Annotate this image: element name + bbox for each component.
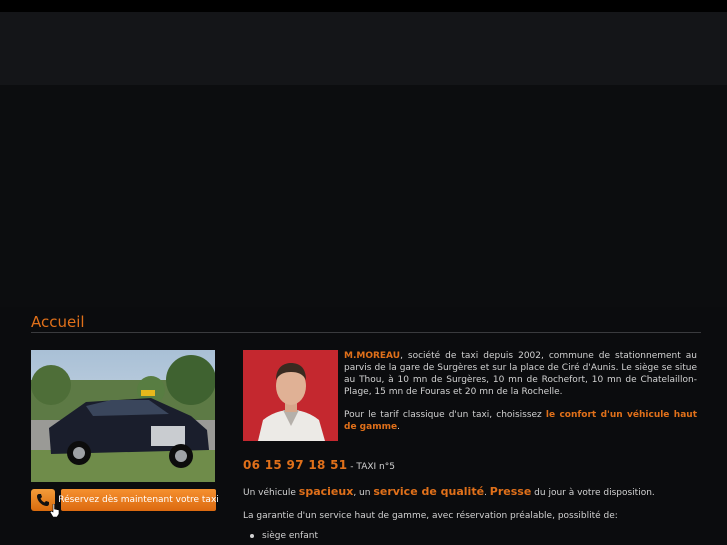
taxi-number-label: - TAXI n°5 xyxy=(347,462,395,472)
title-divider xyxy=(31,332,701,333)
book-taxi-button[interactable]: Réservez dès maintenant votre taxi xyxy=(58,489,219,511)
intro-paragraph-1: M.MOREAU, société de taxi depuis 2002, c… xyxy=(344,351,697,397)
service-text: La garantie d'un service haut de gamme, … xyxy=(243,511,618,521)
header-band xyxy=(0,12,727,85)
hero-banner xyxy=(0,85,727,307)
owner-portrait xyxy=(243,350,338,441)
list-item: siège enfant xyxy=(250,531,318,541)
phone-number[interactable]: 06 15 97 18 51 xyxy=(243,458,347,472)
options-list: siège enfant xyxy=(250,531,318,541)
top-bar xyxy=(0,0,727,12)
quality-highlight: service de qualité xyxy=(373,485,485,498)
intro-paragraph-2: Pour le tarif classique d'un taxi, chois… xyxy=(344,410,697,432)
company-name: M.MOREAU xyxy=(344,351,401,361)
contact-line: 06 15 97 18 51 - TAXI n°5 xyxy=(243,458,395,472)
bullet-icon xyxy=(250,534,254,538)
vehicle-line: Un véhicule spacieux, un service de qual… xyxy=(243,485,655,498)
spacious-highlight: spacieux xyxy=(298,485,354,498)
press-highlight: Presse xyxy=(489,485,532,498)
page-title: Accueil xyxy=(31,313,85,331)
car-photo xyxy=(31,350,215,482)
intro-text: M.MOREAU, société de taxi depuis 2002, c… xyxy=(344,350,697,444)
